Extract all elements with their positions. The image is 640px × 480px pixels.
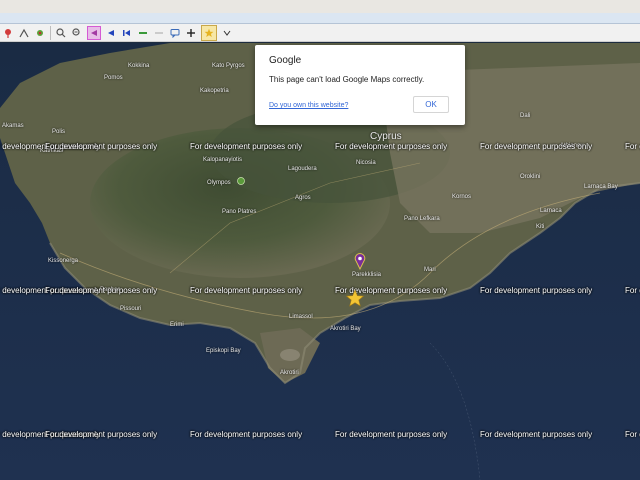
place-kalopanayiotis: Kalopanayiotis: [203, 157, 243, 163]
dev-watermark: For development purposes only: [190, 286, 303, 295]
map-toolbar: [0, 24, 640, 42]
place-lagoudera: Lagoudera: [288, 166, 317, 172]
place-larnaca-bay: Larnaca Bay: [584, 184, 618, 190]
ok-button[interactable]: OK: [413, 96, 449, 113]
place-oroklini: Oroklini: [520, 174, 541, 180]
place-mari: Mari: [424, 267, 436, 273]
place-erimi: Erimi: [170, 322, 184, 328]
dev-watermark: For development purposes only: [480, 430, 593, 439]
arrow-left-icon[interactable]: [87, 25, 101, 40]
comment-icon[interactable]: [169, 27, 181, 39]
maps-error-dialog: Google This page can't load Google Maps …: [255, 45, 465, 125]
dev-watermark: For development purposes only: [45, 430, 158, 439]
place-pomos: Pomos: [104, 75, 123, 81]
place-pissouri: Pissouri: [120, 306, 142, 312]
place-agros: Agros: [295, 195, 311, 201]
arrow-left-blue-icon[interactable]: [105, 27, 117, 39]
dialog-message: This page can't load Google Maps correct…: [269, 75, 425, 84]
line-icon[interactable]: [137, 27, 149, 39]
arrow-back-icon[interactable]: [121, 27, 133, 39]
dev-watermark: For development purposes only: [625, 286, 640, 295]
place-akrotiri: Akrotiri: [280, 370, 299, 376]
dev-watermark: For development purposes only: [335, 142, 448, 151]
place-larnaca: Larnaca: [540, 208, 562, 214]
marker-red-icon[interactable]: [34, 27, 46, 39]
window-top-bar: [0, 0, 640, 14]
dev-watermark: For development purposes only: [190, 430, 303, 439]
place-kornos: Kornos: [452, 194, 472, 200]
place-kiti: Kiti: [536, 224, 545, 230]
pin-icon[interactable]: [2, 27, 14, 39]
place-nicosia: Nicosia: [356, 160, 376, 166]
chevron-down-icon[interactable]: [221, 27, 233, 39]
browser-toolbar: [0, 13, 640, 24]
place-akrotiri-bay: Akrotiri Bay: [330, 326, 361, 332]
star-icon[interactable]: [201, 24, 217, 41]
region-label: Cyprus: [370, 131, 402, 142]
dev-watermark: For development purposes only: [480, 286, 593, 295]
place-kato-pyrgos: Kato Pyrgos: [212, 63, 245, 69]
dev-watermark: For development purposes only: [625, 142, 640, 151]
place-episkopi-bay: Episkopi Bay: [206, 348, 241, 354]
place-kokkina: Kokkina: [128, 63, 150, 69]
place-kissonerga: Kissonerga: [48, 258, 79, 264]
toolbar-divider: [50, 25, 51, 40]
dev-watermark: For development purposes only: [480, 142, 593, 151]
arrow-right-icon[interactable]: [153, 27, 165, 39]
dialog-title: Google: [269, 55, 302, 66]
place-kakopetria: Kakopetria: [200, 88, 229, 94]
dev-watermark: For development purposes only: [335, 430, 448, 439]
dev-watermark: For development purposes only: [45, 142, 158, 151]
dev-watermark: For development purposes only: [190, 142, 303, 151]
place-akamas: Akamas: [2, 123, 24, 129]
dev-watermark: For development purposes only: [625, 430, 640, 439]
zoom-icon[interactable]: [71, 27, 83, 39]
place-dali: Dali: [520, 113, 531, 119]
place-limassol: Limassol: [289, 314, 313, 320]
place-polis: Polis: [52, 129, 66, 135]
place-pano-lefkara: Pano Lefkara: [404, 216, 440, 222]
search-icon[interactable]: [55, 27, 67, 39]
place-parekklisia: Parekklisia: [352, 272, 382, 278]
route-icon[interactable]: [18, 27, 30, 39]
plus-icon[interactable]: [185, 27, 197, 39]
dev-watermark: For development purposes only: [45, 286, 158, 295]
own-website-link[interactable]: Do you own this website?: [269, 102, 348, 109]
place-olympos: Olympos: [207, 180, 231, 186]
place-pano-platres: Pano Platres: [222, 209, 257, 215]
